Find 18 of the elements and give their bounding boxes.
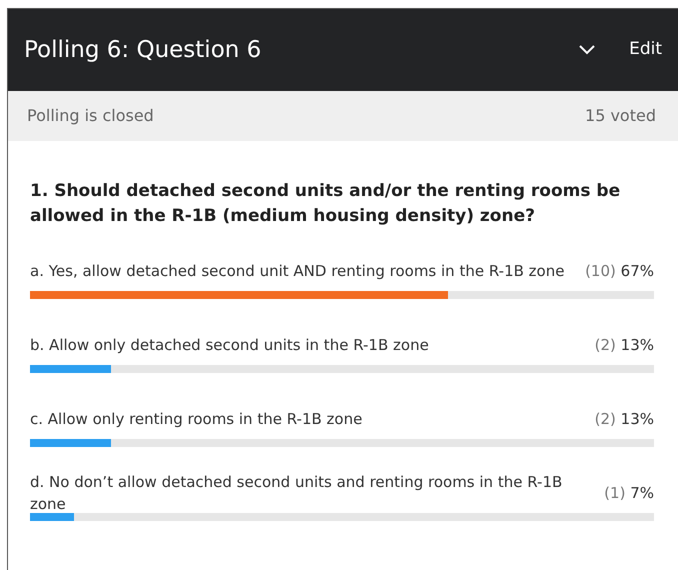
chevron-down-icon <box>579 45 596 55</box>
poll-status: Polling is closed <box>27 105 154 127</box>
answer-percent: 13% <box>620 336 654 354</box>
edit-button[interactable]: Edit <box>629 37 662 63</box>
answer-percent: 67% <box>620 262 654 280</box>
answer-text: d. No don’t allow detached second units and renting rooms in the R-1B zone <box>30 472 564 515</box>
question-text: 1. Should detached second units and/or the renting rooms be allowed in the R-1B (medium housing density) zone? <box>30 180 622 228</box>
answer-count: (2) <box>594 336 616 354</box>
answer-text: a. Yes, allow detached second unit AND renting rooms in the R-1B zone <box>30 261 564 282</box>
answer-count: (1) <box>604 484 626 502</box>
answer-percent: 13% <box>620 410 654 428</box>
answer-percent: 7% <box>630 484 654 502</box>
vote-count: 15 voted <box>585 105 656 127</box>
answer-text: b. Allow only detached second units in the R-1B zone <box>30 335 429 356</box>
answer-count: (10) <box>585 262 616 280</box>
answer-count: (2) <box>594 410 616 428</box>
answer-text: c. Allow only renting rooms in the R-1B zone <box>30 409 362 430</box>
poll-title: Polling 6: Question 6 <box>24 36 262 65</box>
